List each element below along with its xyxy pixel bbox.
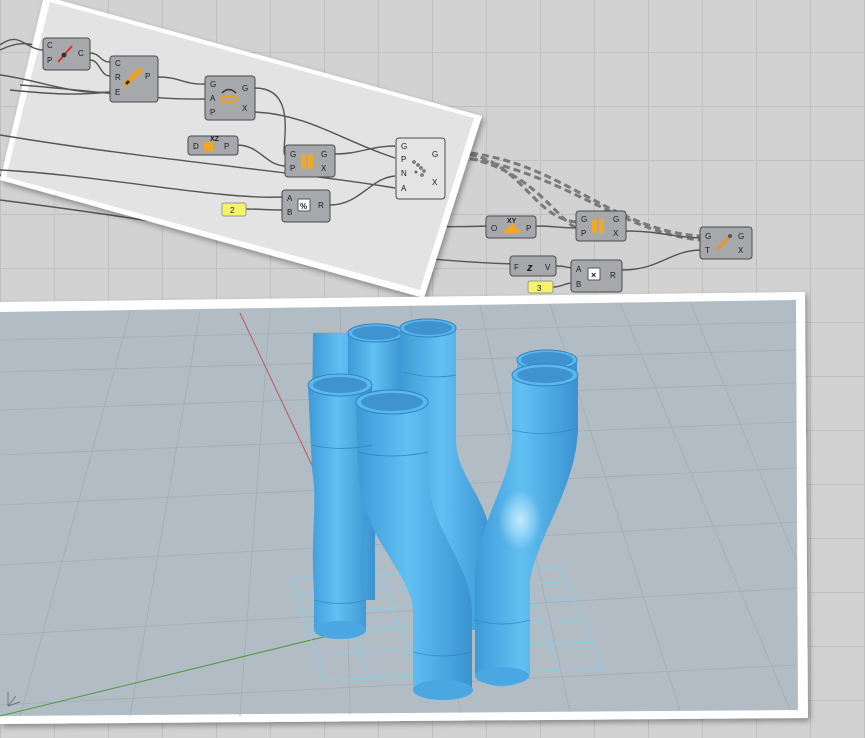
- component-point-deform[interactable]: G P N A G X: [395, 137, 446, 200]
- main-canvas: O XY P G P G X G T G X F z V A B × R 3 C…: [0, 0, 808, 724]
- svg-text:P: P: [224, 142, 229, 151]
- svg-text:2: 2: [230, 206, 235, 215]
- svg-text:P: P: [581, 229, 586, 238]
- svg-text:G: G: [738, 232, 744, 241]
- component-xz-plane[interactable]: D XZ P: [187, 135, 239, 156]
- svg-text:P: P: [210, 108, 215, 117]
- component-divide-curve[interactable]: C R E P: [109, 55, 159, 103]
- svg-text:E: E: [115, 88, 120, 97]
- multiplication-icon: ×: [587, 267, 601, 281]
- svg-text:G: G: [613, 215, 619, 224]
- xz-plane-icon: [204, 142, 213, 151]
- svg-text:C: C: [78, 49, 84, 58]
- svg-text:A: A: [287, 194, 293, 203]
- division-icon: %: [297, 198, 311, 212]
- input-o: O: [491, 224, 497, 233]
- component-xy-plane[interactable]: O XY P: [485, 215, 537, 239]
- component-rotate[interactable]: G A P G X: [204, 75, 256, 121]
- svg-text:X: X: [613, 229, 619, 238]
- component-unit-z[interactable]: F z V: [509, 255, 557, 277]
- svg-text:×: ×: [591, 270, 596, 280]
- component-orient-pipes-1[interactable]: G P G X: [284, 144, 336, 178]
- svg-text:C: C: [47, 41, 53, 50]
- component-division[interactable]: A B % R: [281, 189, 331, 223]
- svg-text:V: V: [545, 263, 551, 272]
- component-orient-pipes-2[interactable]: G P G X: [575, 210, 627, 242]
- svg-text:C: C: [115, 59, 121, 68]
- svg-text:P: P: [145, 72, 150, 81]
- svg-text:G: G: [432, 150, 438, 159]
- svg-text:X: X: [738, 246, 744, 255]
- component-move[interactable]: G T G X: [699, 226, 753, 260]
- svg-text:P: P: [401, 155, 406, 164]
- svg-text:B: B: [576, 280, 581, 289]
- svg-text:3: 3: [537, 284, 542, 293]
- svg-text:G: G: [581, 215, 587, 224]
- svg-text:G: G: [290, 150, 296, 159]
- svg-text:A: A: [576, 265, 582, 274]
- svg-text:A: A: [401, 184, 407, 193]
- unit-z-icon: z: [526, 262, 533, 274]
- svg-text:P: P: [290, 164, 295, 173]
- component-evaluate-curve[interactable]: C P C: [42, 37, 91, 71]
- svg-text:%: %: [300, 202, 307, 211]
- svg-text:G: G: [242, 84, 248, 93]
- svg-text:XY: XY: [507, 218, 517, 225]
- svg-text:D: D: [193, 142, 199, 151]
- svg-text:X: X: [242, 104, 248, 113]
- svg-text:R: R: [610, 271, 616, 280]
- number-panel-1[interactable]: 2: [221, 202, 247, 217]
- svg-text:A: A: [210, 94, 216, 103]
- svg-text:G: G: [321, 150, 327, 159]
- svg-text:P: P: [47, 56, 52, 65]
- svg-text:N: N: [401, 169, 407, 178]
- svg-text:F: F: [514, 263, 519, 272]
- svg-text:R: R: [115, 73, 121, 82]
- svg-text:T: T: [705, 246, 710, 255]
- svg-text:G: G: [401, 142, 407, 151]
- component-multiplication[interactable]: A B × R: [570, 259, 623, 293]
- number-panel-2[interactable]: 3: [527, 280, 554, 294]
- svg-text:G: G: [210, 80, 216, 89]
- svg-text:B: B: [287, 208, 292, 217]
- svg-text:XZ: XZ: [210, 136, 220, 143]
- svg-text:G: G: [705, 232, 711, 241]
- output-p: P: [526, 224, 531, 233]
- svg-text:R: R: [318, 201, 324, 210]
- svg-text:X: X: [321, 164, 327, 173]
- svg-text:X: X: [432, 178, 438, 187]
